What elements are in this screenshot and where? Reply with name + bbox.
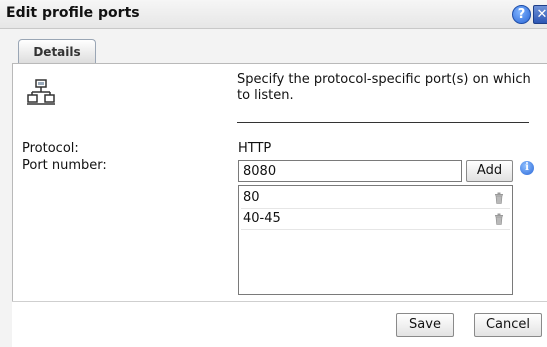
port-number-input[interactable] — [238, 160, 462, 182]
cancel-button[interactable]: Cancel — [474, 313, 542, 337]
add-port-button[interactable]: Add — [466, 160, 513, 182]
port-list-item[interactable]: 80 — [241, 188, 510, 209]
help-icon[interactable]: ? — [512, 5, 531, 24]
edit-profile-ports-dialog: Edit profile ports ? ✕ Details Specify t… — [0, 0, 547, 347]
port-value: 40-45 — [243, 211, 281, 226]
save-button[interactable]: Save — [396, 313, 454, 337]
close-icon[interactable]: ✕ — [533, 5, 547, 24]
port-list[interactable]: 80 40-45 — [238, 185, 513, 295]
info-icon[interactable]: i — [520, 161, 534, 175]
dialog-footer: Save Cancel — [12, 301, 547, 347]
network-icon — [27, 79, 55, 105]
separator — [237, 122, 529, 123]
port-list-item[interactable]: 40-45 — [241, 209, 510, 230]
protocol-value: HTTP — [238, 141, 272, 156]
port-value: 80 — [243, 190, 260, 205]
dialog-title: Edit profile ports — [6, 5, 140, 21]
port-number-label: Port number: — [22, 158, 107, 173]
trash-icon[interactable] — [494, 213, 504, 225]
intro-text: Specify the protocol-specific port(s) on… — [237, 72, 531, 103]
tab-details[interactable]: Details — [18, 39, 96, 64]
trash-icon[interactable] — [494, 192, 504, 204]
tab-strip: Details — [0, 29, 547, 64]
protocol-label: Protocol: — [22, 141, 79, 156]
dialog-title-bar[interactable]: Edit profile ports ? ✕ — [0, 0, 547, 29]
